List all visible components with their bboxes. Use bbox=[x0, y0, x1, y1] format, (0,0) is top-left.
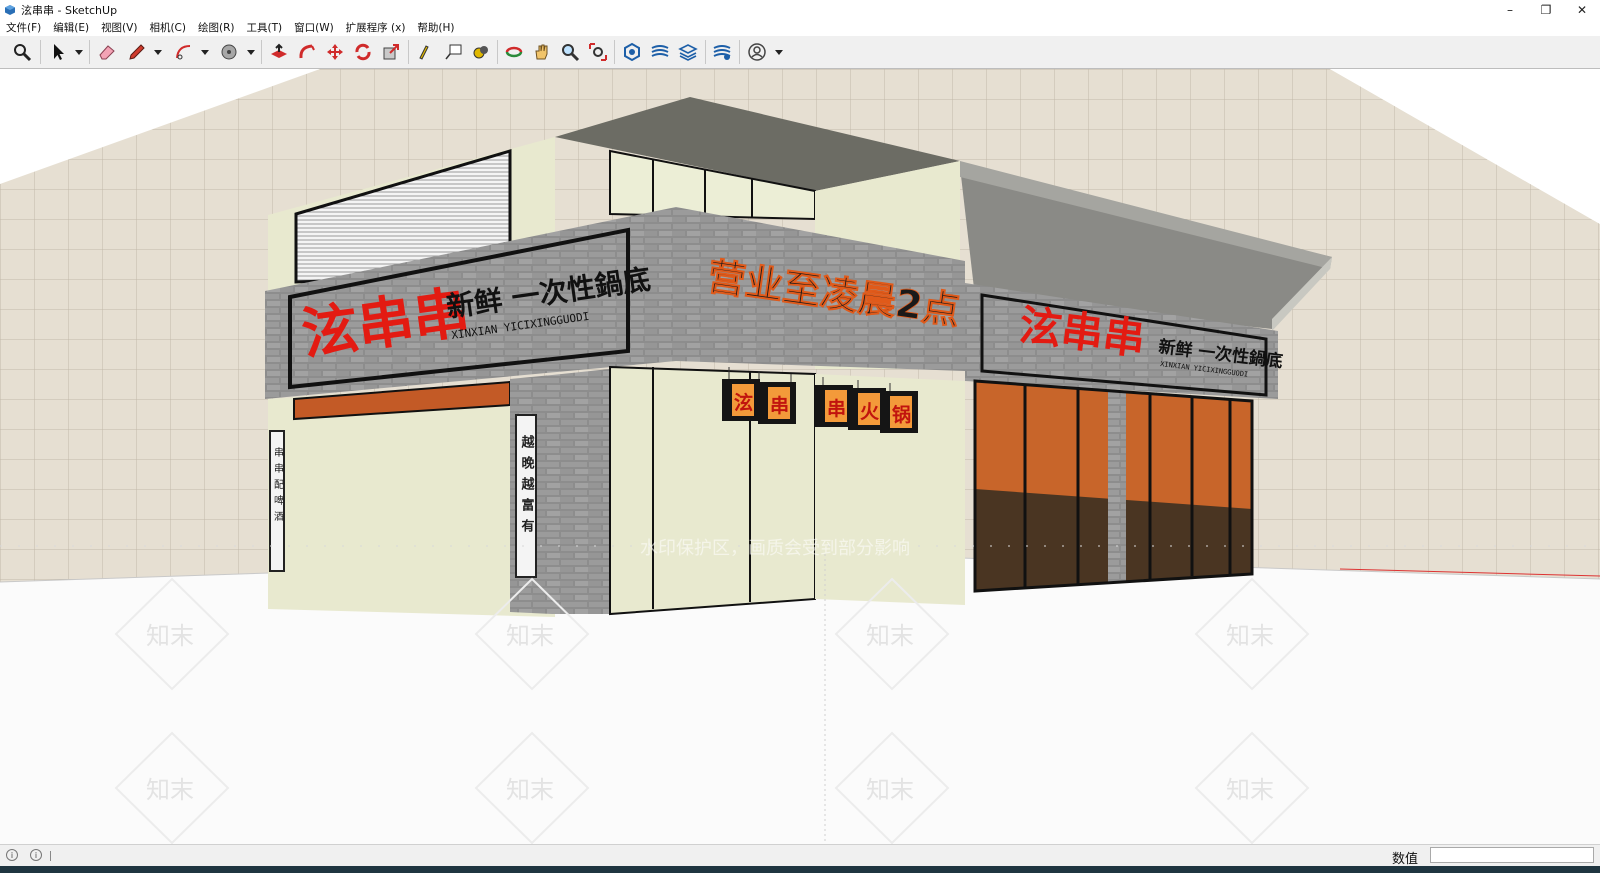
brick-pillar-right bbox=[1108, 389, 1126, 582]
menu-view[interactable]: 视图(V) bbox=[95, 20, 143, 35]
model-viewport[interactable]: 泫串串 新鲜 一次性鍋底 XINXIAN YICIXINGGUODI 营业至凌晨… bbox=[0, 69, 1600, 844]
pan-icon[interactable] bbox=[531, 42, 553, 62]
watermark-logo-5: 知末 bbox=[146, 776, 194, 804]
storefront-model: 泫串串 新鲜 一次性鍋底 XINXIAN YICIXINGGUODI 营业至凌晨… bbox=[0, 69, 1600, 844]
arc-icon[interactable] bbox=[173, 42, 195, 62]
text-icon[interactable] bbox=[442, 42, 464, 62]
lantern-char-1: 泫 bbox=[734, 391, 753, 414]
lantern-char-5: 锅 bbox=[892, 403, 911, 426]
menu-camera[interactable]: 相机(C) bbox=[143, 20, 192, 35]
scroll-right-text: 越晚越富有 bbox=[519, 434, 536, 540]
scroll-left-text: 串串配啤酒 bbox=[272, 447, 284, 527]
watermark-logo-3: 知末 bbox=[866, 622, 914, 650]
account-dropdown-icon[interactable] bbox=[775, 50, 783, 55]
account-icon[interactable] bbox=[746, 42, 768, 62]
measurement-label: 数值 bbox=[1392, 852, 1419, 867]
watermark-logo-4: 知末 bbox=[1226, 622, 1274, 650]
minimize-icon[interactable]: – bbox=[1492, 0, 1528, 19]
menu-help[interactable]: 帮助(H) bbox=[411, 20, 460, 35]
menu-file[interactable]: 文件(F) bbox=[0, 20, 47, 35]
pencil-line-icon[interactable] bbox=[126, 42, 148, 62]
tape-dropdown-icon[interactable] bbox=[247, 50, 255, 55]
extension-warehouse-icon[interactable] bbox=[649, 42, 671, 62]
watermark-logo-2: 知末 bbox=[506, 622, 554, 650]
taskbar-strip bbox=[0, 866, 1600, 873]
menu-edit[interactable]: 编辑(E) bbox=[47, 20, 95, 35]
main-toolbar bbox=[0, 36, 1600, 69]
warehouse-icon[interactable] bbox=[621, 42, 643, 62]
paint-bucket-icon[interactable] bbox=[414, 42, 436, 62]
line-dropdown-icon[interactable] bbox=[154, 50, 162, 55]
close-icon[interactable]: ✕ bbox=[1564, 0, 1600, 19]
rotate-icon[interactable] bbox=[352, 42, 374, 62]
zoom-extents-icon[interactable] bbox=[11, 42, 33, 62]
lantern-char-4: 火 bbox=[860, 401, 880, 423]
extension-manager-icon[interactable] bbox=[711, 42, 733, 62]
menu-window[interactable]: 窗口(W) bbox=[288, 20, 340, 35]
title-bar: 泫串串 - SketchUp – ❐ ✕ bbox=[0, 0, 1600, 19]
lantern-char-2: 串 bbox=[770, 395, 789, 417]
watermark-logo-6: 知末 bbox=[506, 776, 554, 804]
follow-me-icon[interactable] bbox=[296, 42, 318, 62]
move-icon[interactable] bbox=[324, 42, 346, 62]
lantern-char-3: 串 bbox=[827, 398, 846, 420]
sketchup-logo-icon bbox=[5, 4, 15, 15]
select-dropdown-icon[interactable] bbox=[75, 50, 83, 55]
menu-draw[interactable]: 绘图(R) bbox=[192, 20, 241, 35]
status-bar: i i 数值 bbox=[0, 844, 1600, 867]
select-icon[interactable] bbox=[47, 42, 69, 62]
menu-extensions[interactable]: 扩展程序 (x) bbox=[340, 20, 412, 35]
watermark-logo-7: 知末 bbox=[866, 776, 914, 804]
credits-icon[interactable]: i bbox=[30, 849, 42, 861]
layout-icon[interactable] bbox=[677, 42, 699, 62]
watermark-logo-8: 知末 bbox=[1226, 776, 1274, 804]
dimension-icon[interactable] bbox=[470, 42, 492, 62]
menu-tools[interactable]: 工具(T) bbox=[240, 20, 288, 35]
menu-bar: 文件(F) 编辑(E) 视图(V) 相机(C) 绘图(R) 工具(T) 窗口(W… bbox=[0, 19, 1600, 36]
window-title: 泫串串 - SketchUp bbox=[21, 3, 118, 17]
zoom-window-icon[interactable] bbox=[587, 42, 609, 62]
watermark-logo-1: 知末 bbox=[146, 622, 194, 650]
zoom-icon[interactable] bbox=[559, 42, 581, 62]
eraser-icon[interactable] bbox=[96, 42, 118, 62]
measurement-box[interactable] bbox=[1430, 847, 1594, 863]
arc-dropdown-icon[interactable] bbox=[201, 50, 209, 55]
tape-measure-icon[interactable] bbox=[218, 42, 240, 62]
watermark-band: 水印保护区，画质会受到部分影响 bbox=[640, 538, 910, 559]
geo-location-icon[interactable]: i bbox=[6, 849, 18, 861]
push-pull-icon[interactable] bbox=[268, 42, 290, 62]
brick-pillar-center bbox=[552, 369, 610, 614]
restore-icon[interactable]: ❐ bbox=[1528, 0, 1564, 19]
orbit-icon[interactable] bbox=[503, 42, 525, 62]
scale-icon[interactable] bbox=[380, 42, 402, 62]
